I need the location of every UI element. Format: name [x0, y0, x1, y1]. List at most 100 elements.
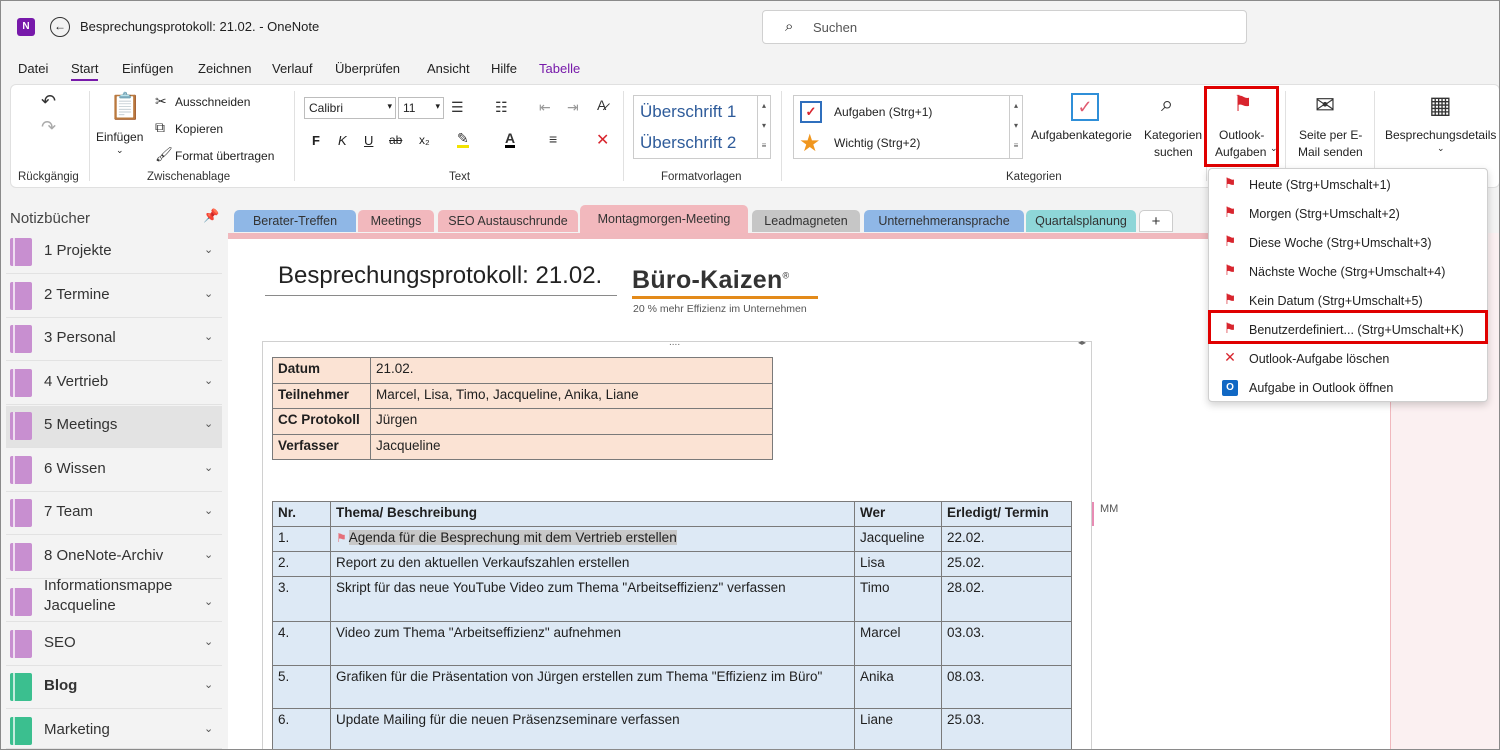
email-page-line1[interactable]: Seite per E-: [1299, 128, 1362, 142]
page-title[interactable]: Besprechungsprotokoll: 21.02.: [278, 262, 602, 290]
cell-nr[interactable]: 6.: [272, 708, 331, 750]
cut-button[interactable]: Ausschneiden: [175, 95, 250, 109]
section-tab[interactable]: Leadmagneten: [752, 210, 860, 232]
tag-important[interactable]: Wichtig (Strg+2): [834, 136, 920, 150]
redo-icon[interactable]: ↷: [41, 117, 56, 138]
info-label[interactable]: Datum: [272, 357, 371, 384]
info-label[interactable]: Verfasser: [272, 433, 371, 460]
menu-item[interactable]: O Aufgabe in Outlook öffnen: [1209, 374, 1489, 403]
back-arrow-icon[interactable]: ←: [50, 17, 70, 37]
tab-ueberpruefen[interactable]: Überprüfen: [335, 61, 400, 76]
style-heading1[interactable]: Überschrift 1: [640, 102, 736, 122]
notebook-item[interactable]: Informationsmappe Jacqueline ⌄: [6, 577, 222, 622]
chevron-down-icon[interactable]: ⌄: [204, 504, 213, 517]
container-handle[interactable]: ....: [669, 337, 680, 348]
tab-verlauf[interactable]: Verlauf: [272, 61, 312, 76]
info-value[interactable]: Jürgen: [370, 408, 773, 435]
task-category-icon[interactable]: ✓: [1071, 93, 1099, 121]
cell-topic[interactable]: Report zu den aktuellen Verkaufszahlen e…: [330, 551, 855, 577]
cell-done[interactable]: 25.03.: [941, 708, 1072, 750]
notebook-item[interactable]: 6 Wissen ⌄: [6, 450, 222, 492]
menu-item[interactable]: ⚑ Nächste Woche (Strg+Umschalt+4): [1209, 258, 1489, 287]
notebook-item[interactable]: 1 Projekte ⌄: [6, 232, 222, 274]
search-box[interactable]: ⌕ Suchen: [762, 10, 1247, 44]
cell-nr[interactable]: 4.: [272, 621, 331, 666]
cell-topic[interactable]: ⚑ Agenda für die Besprechung mit dem Vert…: [330, 526, 855, 552]
cell-topic[interactable]: Skript für das neue YouTube Video zum Th…: [330, 576, 855, 622]
cell-who[interactable]: Lisa: [854, 551, 942, 577]
email-page-line2[interactable]: Mail senden: [1298, 145, 1363, 159]
cell-topic[interactable]: Video zum Thema "Arbeitseffizienz" aufne…: [330, 621, 855, 666]
highlight-icon[interactable]: ✎: [457, 131, 469, 148]
cell-done[interactable]: 03.03.: [941, 621, 1072, 666]
tags-gallery[interactable]: ✓ Aufgaben (Strg+1) ★ Wichtig (Strg+2): [793, 95, 1013, 159]
styles-scroll[interactable]: ▴ ▾ ≡: [757, 95, 771, 159]
tab-tabelle[interactable]: Tabelle: [539, 61, 580, 76]
outdent-icon[interactable]: ⇤: [539, 99, 551, 116]
underline-button[interactable]: U: [364, 133, 373, 148]
align-icon[interactable]: ≡: [549, 131, 557, 147]
clipboard-icon[interactable]: 📋: [109, 91, 141, 122]
tab-einfuegen[interactable]: Einfügen: [122, 61, 173, 76]
meeting-details-button[interactable]: Besprechungsdetails: [1385, 128, 1496, 142]
find-tags-icon[interactable]: ⌕: [1161, 91, 1173, 117]
cell-nr[interactable]: 1.: [272, 526, 331, 552]
notebook-item[interactable]: 5 Meetings ⌄: [6, 406, 222, 448]
col-who[interactable]: Wer: [854, 501, 942, 527]
italic-button[interactable]: K: [338, 133, 347, 148]
tab-ansicht[interactable]: Ansicht: [427, 61, 470, 76]
pin-icon[interactable]: 📌: [203, 208, 219, 224]
tab-datei[interactable]: Datei: [18, 61, 48, 76]
chevron-down-icon[interactable]: ⌄: [204, 678, 213, 691]
cell-who[interactable]: Timo: [854, 576, 942, 622]
indent-icon[interactable]: ⇥: [567, 99, 579, 116]
chevron-down-icon[interactable]: ⌄: [204, 374, 213, 387]
tags-scroll[interactable]: ▴ ▾ ≡: [1009, 95, 1023, 159]
menu-item[interactable]: ✕ Outlook-Aufgabe löschen: [1209, 345, 1489, 374]
cell-topic[interactable]: Update Mailing für die neuen Präsenzsemi…: [330, 708, 855, 750]
task-category-button[interactable]: Aufgabenkategorie: [1031, 128, 1132, 142]
notebook-item[interactable]: 2 Termine ⌄: [6, 276, 222, 318]
delete-icon[interactable]: ✕: [596, 130, 609, 150]
col-topic[interactable]: Thema/ Beschreibung: [330, 501, 855, 527]
find-tags-line1[interactable]: Kategorien: [1144, 128, 1202, 142]
col-done[interactable]: Erledigt/ Termin: [941, 501, 1072, 527]
chevron-down-icon[interactable]: ⌄: [204, 287, 213, 300]
cell-done[interactable]: 08.03.: [941, 665, 1072, 709]
calendar-icon[interactable]: ▦: [1429, 91, 1452, 120]
cell-done[interactable]: 28.02.: [941, 576, 1072, 622]
cell-who[interactable]: Anika: [854, 665, 942, 709]
cell-done[interactable]: 22.02.: [941, 526, 1072, 552]
styles-gallery[interactable]: Überschrift 1 Überschrift 2: [633, 95, 771, 159]
notebook-item[interactable]: 8 OneNote-Archiv ⌄: [6, 537, 222, 579]
chevron-down-icon[interactable]: ⌄: [1437, 143, 1445, 154]
cell-nr[interactable]: 5.: [272, 665, 331, 709]
email-icon[interactable]: ✉: [1315, 91, 1335, 120]
tab-zeichnen[interactable]: Zeichnen: [198, 61, 251, 76]
info-label[interactable]: CC Protokoll: [272, 408, 371, 435]
col-nr[interactable]: Nr.: [272, 501, 331, 527]
cell-nr[interactable]: 2.: [272, 551, 331, 577]
chevron-down-icon[interactable]: ⌄: [204, 330, 213, 343]
clear-format-icon[interactable]: A̷: [597, 97, 606, 113]
subscript-button[interactable]: x₂: [419, 133, 430, 147]
menu-item[interactable]: ⚑ Heute (Strg+Umschalt+1): [1209, 171, 1489, 200]
cell-nr[interactable]: 3.: [272, 576, 331, 622]
paste-button[interactable]: Einfügen: [96, 130, 143, 144]
bullet-list-icon[interactable]: ☰: [451, 99, 464, 116]
numbered-list-icon[interactable]: ☷: [495, 99, 508, 116]
chevron-down-icon[interactable]: ⌄: [204, 243, 213, 256]
notebook-item[interactable]: Blog ⌄: [6, 667, 222, 709]
tab-hilfe[interactable]: Hilfe: [491, 61, 517, 76]
container-resize-icon[interactable]: ◂▸: [1078, 338, 1086, 347]
info-value[interactable]: Jacqueline: [370, 433, 773, 460]
section-tab[interactable]: Quartalsplanung: [1026, 210, 1136, 232]
copy-button[interactable]: Kopieren: [175, 122, 223, 136]
add-section-button[interactable]: +: [1139, 210, 1173, 232]
font-select[interactable]: Calibri ▾: [304, 97, 396, 119]
strikethrough-button[interactable]: ab: [389, 133, 402, 147]
notebook-item[interactable]: SEO ⌄: [6, 624, 222, 666]
notebook-item[interactable]: Marketing ⌄: [6, 711, 222, 749]
font-color-icon[interactable]: A: [505, 131, 516, 148]
tab-start[interactable]: Start: [71, 61, 99, 81]
